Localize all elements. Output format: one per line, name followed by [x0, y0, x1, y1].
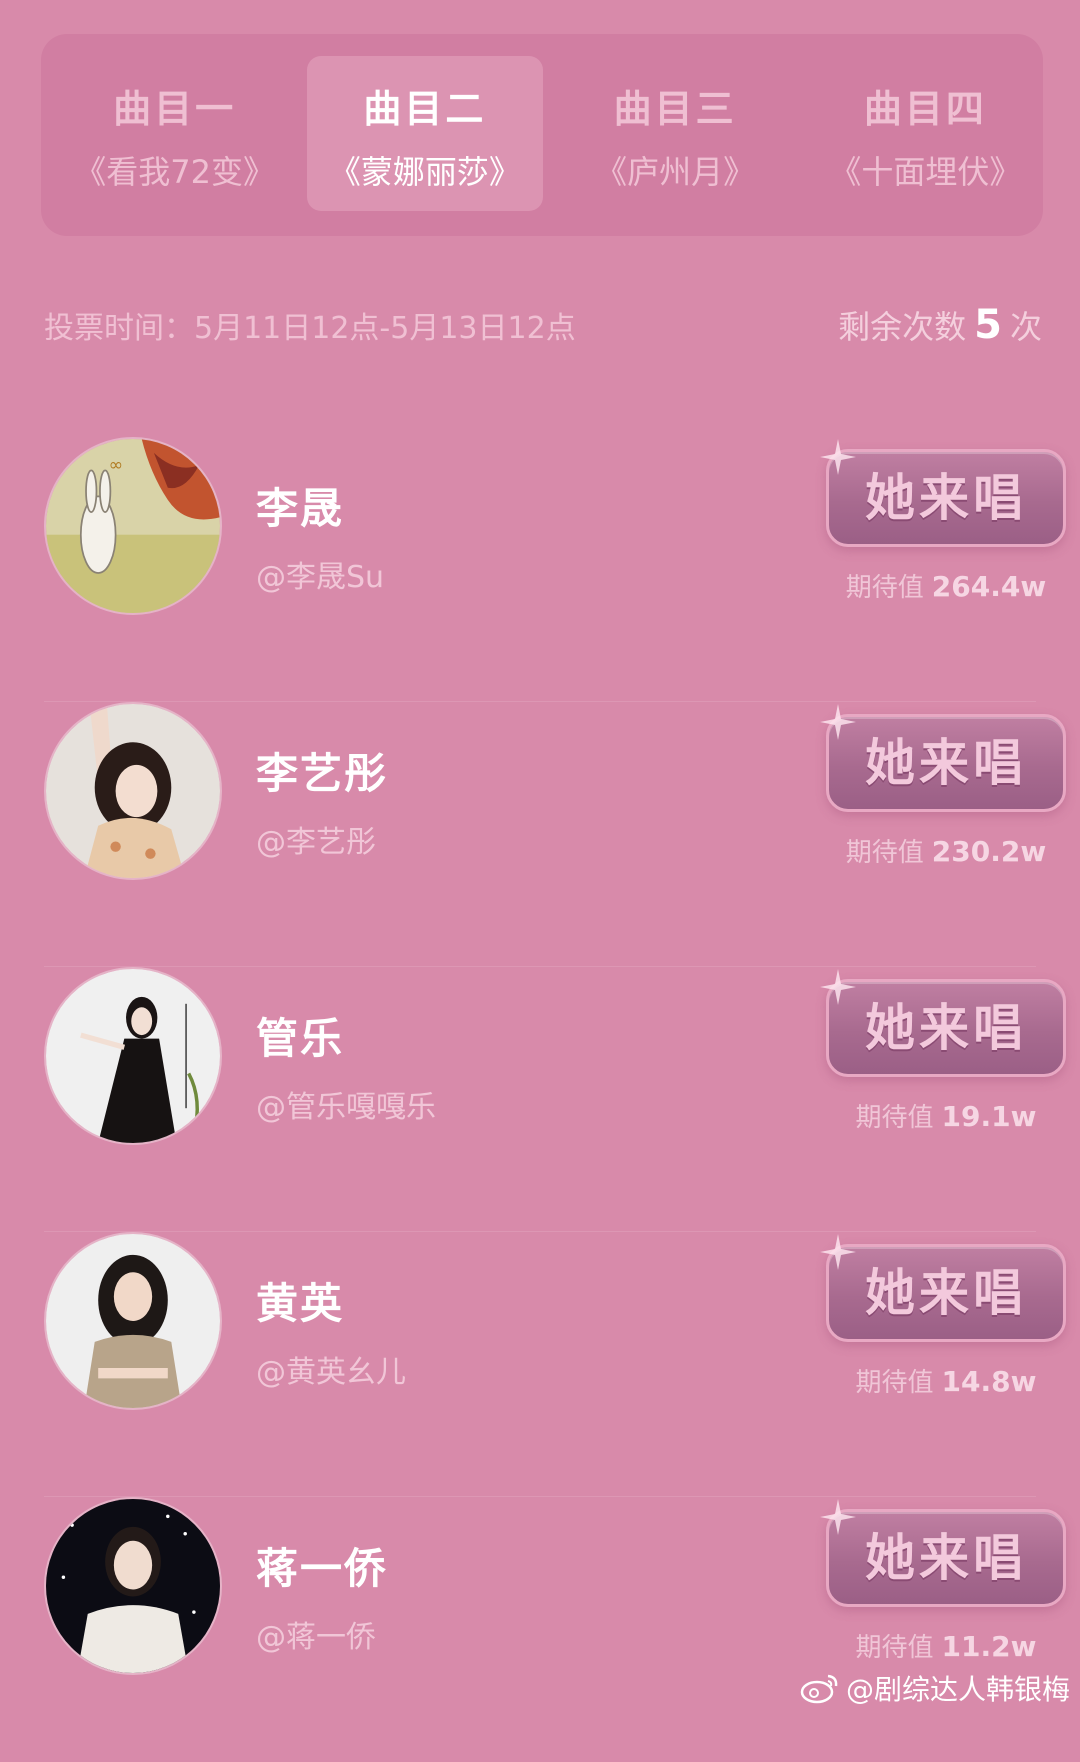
sparkle-icon	[820, 1234, 856, 1270]
tab-song-name: 《十面埋伏》	[829, 153, 1022, 191]
avatar[interactable]	[44, 1232, 222, 1410]
weibo-icon	[800, 1674, 838, 1704]
weibo-watermark: @剧综达人韩银梅	[800, 1668, 1070, 1708]
sparkle-icon	[820, 1499, 856, 1535]
vote-panel: 曲目一 《看我72变》 曲目二 《蒙娜丽莎》 曲目三 《庐州月》 曲目四 《十面…	[0, 0, 1080, 1716]
watermark-text: @剧综达人韩银梅	[845, 1673, 1070, 1706]
expect-label: 期待值	[845, 573, 924, 603]
avatar[interactable]	[44, 702, 222, 880]
candidate-name: 蒋一侨	[256, 1544, 389, 1593]
remaining-label: 剩余次数	[838, 308, 967, 346]
tab-title: 曲目三	[613, 87, 737, 131]
sing-button[interactable]: 她来唱	[826, 449, 1066, 547]
remaining-count: 5	[974, 302, 1002, 348]
vote-time: 投票时间：5月11日12点-5月13日12点	[44, 311, 576, 346]
song-tabs: 曲目一 《看我72变》 曲目二 《蒙娜丽莎》 曲目三 《庐州月》 曲目四 《十面…	[41, 34, 1043, 236]
expect-value: 期待值 11.2w	[826, 1627, 1066, 1664]
remaining-unit: 次	[1009, 308, 1042, 346]
tab-title: 曲目一	[113, 87, 237, 131]
sing-button-label: 她来唱	[865, 734, 1027, 792]
avatar[interactable]: ∞	[44, 437, 222, 615]
tab-song-1[interactable]: 曲目一 《看我72变》	[57, 56, 292, 211]
candidate-row: 李艺彤 @李艺彤 她来唱 期待值 230.2w	[0, 702, 1080, 967]
expect-label: 期待值	[855, 1368, 934, 1398]
sing-button[interactable]: 她来唱	[826, 1244, 1066, 1342]
avatar-image	[46, 969, 220, 1143]
expect-value: 期待值 14.8w	[826, 1362, 1066, 1399]
avatar[interactable]	[44, 1497, 222, 1675]
candidate-name: 李艺彤	[256, 749, 389, 798]
vote-info-row: 投票时间：5月11日12点-5月13日12点 剩余次数 5 次	[44, 300, 1042, 350]
expect-value: 期待值 230.2w	[826, 832, 1066, 869]
expect-label: 期待值	[855, 1103, 934, 1133]
sing-button-label: 她来唱	[865, 469, 1027, 527]
expect-number: 264.4w	[931, 570, 1047, 603]
tab-song-3[interactable]: 曲目三 《庐州月》	[558, 56, 793, 211]
tab-song-2[interactable]: 曲目二 《蒙娜丽莎》	[307, 56, 543, 211]
remaining-votes: 剩余次数 5 次	[838, 302, 1042, 348]
expect-number: 230.2w	[931, 835, 1047, 868]
candidate-handle[interactable]: @蒋一侨	[256, 1612, 376, 1656]
candidate-name: 管乐	[256, 1014, 345, 1063]
tab-title: 曲目四	[863, 87, 987, 131]
expect-value: 期待值 19.1w	[826, 1097, 1066, 1134]
avatar[interactable]	[44, 967, 222, 1145]
candidate-name: 黄英	[256, 1279, 345, 1328]
tab-song-name: 《庐州月》	[595, 153, 756, 191]
sing-button-label: 她来唱	[865, 1529, 1027, 1587]
candidate-name: 李晟	[256, 484, 345, 533]
avatar-image: ∞	[46, 439, 220, 613]
sing-button-label: 她来唱	[865, 999, 1027, 1057]
tab-song-4[interactable]: 曲目四 《十面埋伏》	[808, 56, 1043, 211]
avatar-image	[46, 1234, 220, 1408]
tab-song-name: 《看我72变》	[74, 153, 275, 191]
sing-button[interactable]: 她来唱	[826, 714, 1066, 812]
expect-label: 期待值	[855, 1633, 934, 1663]
svg-text:∞: ∞	[109, 455, 124, 475]
candidate-handle[interactable]: @李艺彤	[256, 817, 376, 861]
candidate-handle[interactable]: @李晟Su	[256, 552, 384, 596]
sparkle-icon	[820, 439, 856, 475]
sing-button-label: 她来唱	[865, 1264, 1027, 1322]
expect-number: 19.1w	[941, 1100, 1037, 1133]
candidate-row: 蒋一侨 @蒋一侨 她来唱 期待值 11.2w	[0, 1497, 1080, 1762]
expect-label: 期待值	[845, 838, 924, 868]
candidate-handle[interactable]: @管乐嘎嘎乐	[256, 1082, 436, 1126]
sparkle-icon	[820, 704, 856, 740]
sparkle-icon	[820, 969, 856, 1005]
expect-number: 14.8w	[941, 1365, 1037, 1398]
sing-button[interactable]: 她来唱	[826, 979, 1066, 1077]
tab-song-name: 《蒙娜丽莎》	[328, 153, 521, 191]
avatar-image	[46, 704, 220, 878]
candidate-row: 黄英 @黄英幺儿 她来唱 期待值 14.8w	[0, 1232, 1080, 1497]
tab-title: 曲目二	[363, 87, 487, 131]
expect-number: 11.2w	[941, 1630, 1037, 1663]
expect-value: 期待值 264.4w	[826, 567, 1066, 604]
candidate-row: ∞ 李晟 @李晟Su 她来唱 期待值 264.4w	[0, 437, 1080, 702]
sing-button[interactable]: 她来唱	[826, 1509, 1066, 1607]
candidate-handle[interactable]: @黄英幺儿	[256, 1347, 406, 1391]
avatar-image	[46, 1499, 220, 1673]
candidate-row: 管乐 @管乐嘎嘎乐 她来唱 期待值 19.1w	[0, 967, 1080, 1232]
